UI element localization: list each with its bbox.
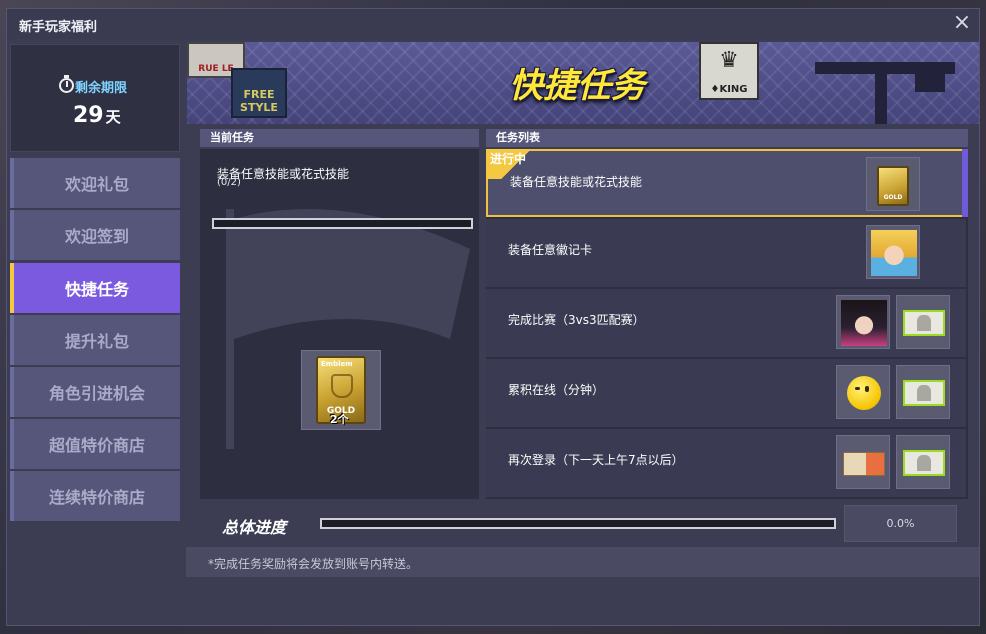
remain-period-box: 剩余期限 29 天: [10, 44, 180, 152]
task-list-header: 任务列表: [486, 129, 968, 147]
task-row-title: 装备任意徽记卡: [508, 243, 593, 257]
window-title: 新手玩家福利: [19, 20, 98, 35]
sign-king: ♛ ♦KING: [699, 42, 759, 100]
card-top-text: Emblem: [321, 360, 353, 368]
ticket-icon[interactable]: [896, 435, 950, 489]
sign-free-style: FREE STYLE: [231, 68, 287, 118]
task-row[interactable]: 累积在线（分钟）: [486, 359, 966, 427]
task-row[interactable]: 装备任意徽记卡: [486, 219, 966, 287]
banner-title: 快捷任务: [509, 66, 645, 106]
close-icon[interactable]: ×: [951, 12, 973, 35]
crown-icon: ♛: [719, 48, 739, 73]
current-task-header: 当前任务: [200, 129, 479, 147]
remain-days-unit: 天: [105, 108, 121, 126]
task-row-title: 完成比赛（3vs3匹配赛）: [508, 313, 645, 327]
gold-card-icon[interactable]: GOLD: [866, 157, 920, 211]
smiley-icon[interactable]: [836, 365, 890, 419]
task-row[interactable]: 再次登录（下一天上午7点以后）: [486, 429, 966, 497]
task-row[interactable]: 进行中 装备任意技能或花式技能 GOLD: [486, 149, 966, 217]
remain-days-value: 29: [73, 103, 104, 128]
current-task-count: (0/2): [217, 177, 241, 188]
total-progress-bar: [320, 518, 836, 529]
hoop-post-silhouette: [795, 42, 975, 124]
task-row-title: 再次登录（下一天上午7点以后）: [508, 453, 684, 467]
task-row-title: 装备任意技能或花式技能: [510, 175, 643, 189]
banner: RUE LE FREE STYLE ♛ ♦KING 快捷任务: [187, 42, 979, 124]
sidebar-item-welcome-gift[interactable]: 欢迎礼包: [10, 158, 180, 208]
character-dark-icon[interactable]: [836, 295, 890, 349]
ticket-icon[interactable]: [896, 295, 950, 349]
reward-item[interactable]: Emblem GOLD 2个: [301, 350, 381, 430]
total-progress-percent: 0.0%: [844, 505, 957, 542]
sidebar-item-upgrade-gift[interactable]: 提升礼包: [10, 315, 180, 365]
footnote-bar: *完成任务奖励将会发放到账号内转送。: [186, 547, 979, 577]
footnote-text: *完成任务奖励将会发放到账号内转送。: [208, 557, 419, 571]
reward-count: 2个: [330, 413, 349, 426]
login-card-icon[interactable]: [836, 435, 890, 489]
titlebar: 新手玩家福利 ×: [7, 9, 979, 39]
remain-label-text: 剩余期限: [75, 81, 128, 96]
current-task-progress-bar: [212, 218, 473, 229]
sidebar-item-welcome-checkin[interactable]: 欢迎签到: [10, 210, 180, 260]
remain-label: 剩余期限: [57, 77, 127, 96]
task-row-title: 累积在线（分钟）: [508, 383, 605, 397]
task-row[interactable]: 完成比赛（3vs3匹配赛）: [486, 289, 966, 357]
task-list-panel: 进行中 装备任意技能或花式技能 GOLD 装备任意徽记卡 完成比赛（3vs3匹配…: [486, 149, 968, 499]
scrollbar-thumb[interactable]: [962, 149, 968, 217]
current-task-panel: 装备任意技能或花式技能 (0/2) Emblem GOLD 2个: [200, 149, 479, 499]
sidebar-item-character-chance[interactable]: 角色引进机会: [10, 367, 180, 417]
mini-gold-label: GOLD: [883, 194, 903, 201]
total-progress-label: 总体进度: [222, 518, 287, 537]
sidebar-item-continuous-shop[interactable]: 连续特价商店: [10, 471, 180, 521]
remain-days: 29 天: [73, 103, 121, 128]
character-blonde-icon[interactable]: [866, 225, 920, 279]
sidebar-item-value-shop[interactable]: 超值特价商店: [10, 419, 180, 469]
sidebar-item-quick-tasks[interactable]: 快捷任务: [10, 263, 180, 313]
sign-king-text: ♦KING: [710, 84, 748, 95]
ticket-icon[interactable]: [896, 365, 950, 419]
